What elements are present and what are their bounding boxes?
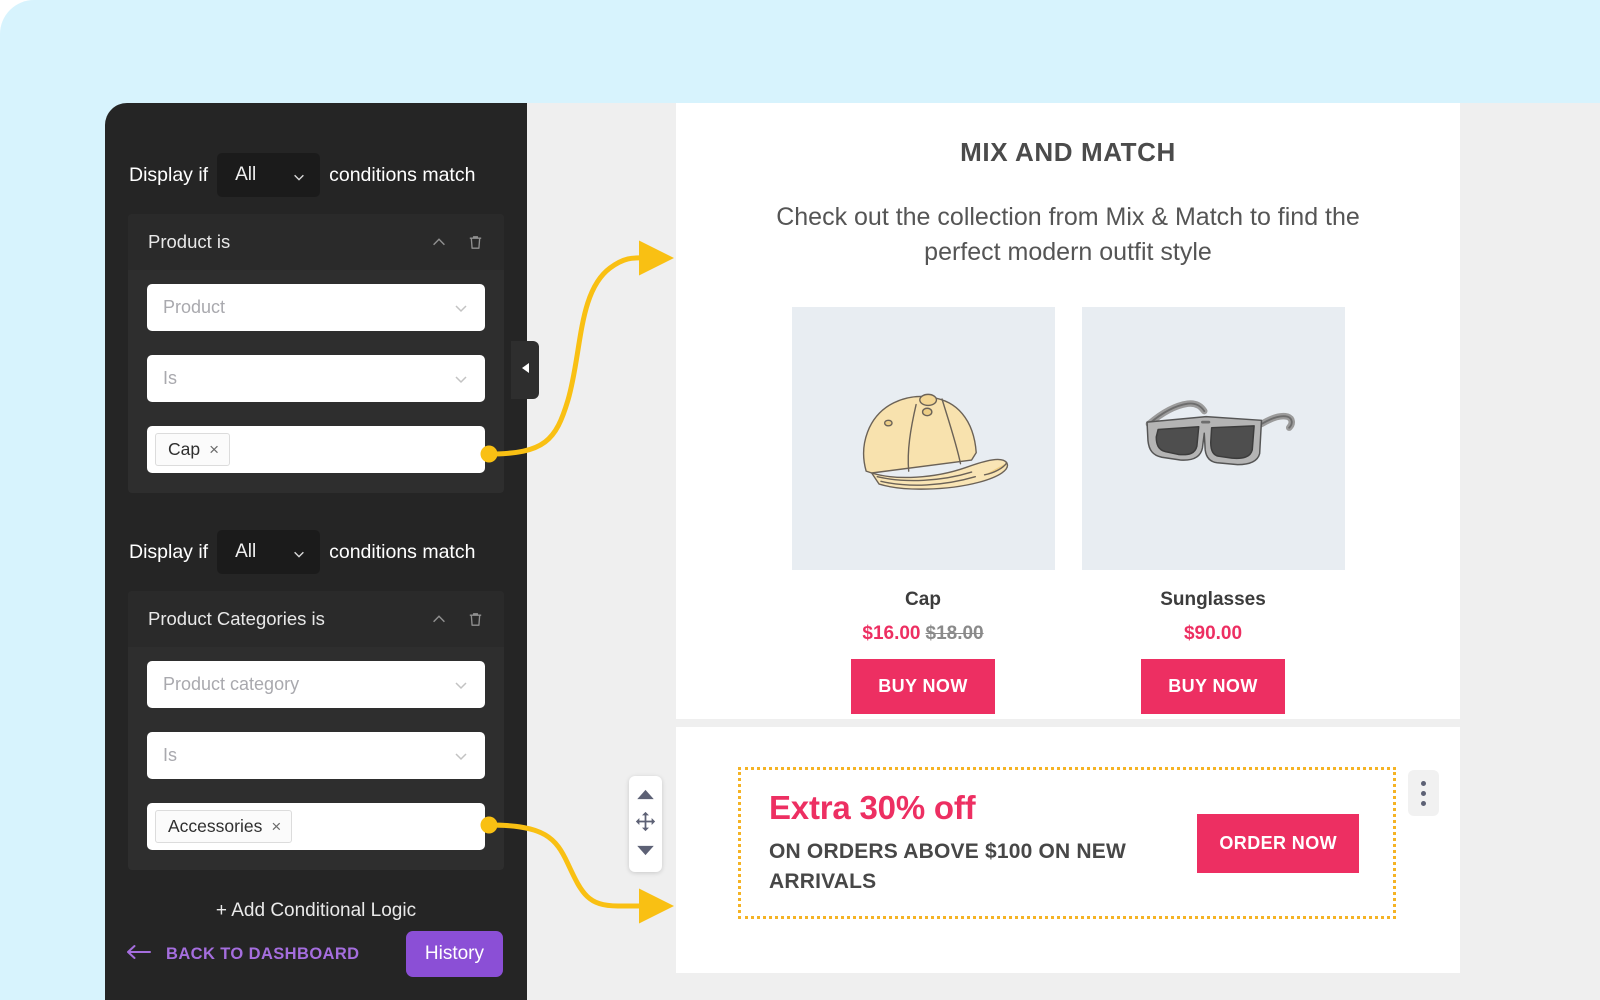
- product-price-row-cap: $16.00 $18.00: [792, 623, 1055, 645]
- match-type-value-1: All: [235, 164, 257, 185]
- display-if-label-1: Display if: [129, 163, 209, 186]
- product-category-select-2[interactable]: Product category: [147, 661, 485, 708]
- product-price-cap: $16.00: [862, 623, 921, 644]
- condition-card-title-1: Product is: [148, 231, 231, 252]
- condition-card-header-1[interactable]: Product is: [128, 214, 504, 270]
- chevron-down-icon: [453, 371, 469, 387]
- collapse-panel-tab[interactable]: [511, 341, 539, 399]
- kebab-dot: [1421, 790, 1426, 796]
- promo-text-group: Extra 30% off ON ORDERS ABOVE $100 ON NE…: [769, 789, 1197, 898]
- token-remove-icon[interactable]: ×: [271, 818, 281, 835]
- sunglasses-illustration-icon: [1121, 376, 1306, 501]
- product-name-sunglasses: Sunglasses: [1160, 589, 1266, 610]
- history-button[interactable]: History: [405, 931, 503, 977]
- chevron-down-icon: [292, 168, 306, 182]
- chevron-down-icon: [292, 545, 306, 559]
- product-thumb-cap: [791, 307, 1055, 570]
- product-select-placeholder-1: Product: [163, 297, 226, 317]
- cap-illustration-icon: [831, 371, 1016, 506]
- operator-select-placeholder-1: Is: [163, 368, 178, 388]
- product-price-row-sunglasses: $90.00: [1082, 623, 1345, 645]
- product-name-cap: Cap: [905, 589, 941, 610]
- product-card-sunglasses[interactable]: Sunglasses $90.00 BUY NOW: [1081, 307, 1345, 714]
- chevron-up-icon[interactable]: [428, 231, 450, 253]
- chevron-down-icon: [453, 677, 469, 693]
- order-now-button[interactable]: ORDER NOW: [1197, 813, 1359, 873]
- token-label-1: Cap: [168, 439, 201, 459]
- hero-subtitle: Check out the collection from Mix & Matc…: [776, 203, 1360, 266]
- trash-icon[interactable]: [464, 608, 486, 630]
- chevron-up-icon[interactable]: [428, 608, 450, 630]
- conditions-match-label-2: conditions match: [329, 540, 476, 563]
- operator-select-2[interactable]: Is: [147, 732, 485, 779]
- condition-card-body-2: Product category Is Accessories ×: [128, 647, 504, 870]
- value-token-input-2[interactable]: Accessories ×: [147, 803, 485, 850]
- operator-select-1[interactable]: Is: [147, 355, 485, 402]
- product-price-old-cap: $18.00: [925, 623, 984, 644]
- condition-card-title-2: Product Categories is: [148, 608, 325, 629]
- promo-headline: Extra 30% off: [769, 788, 976, 826]
- token-chip-1: Cap ×: [155, 433, 231, 466]
- product-price-sunglasses: $90.00: [1183, 623, 1243, 644]
- conditional-logic-panel: Display if All conditions match Product …: [105, 103, 527, 1000]
- buy-now-button-sunglasses[interactable]: BUY NOW: [1141, 659, 1285, 714]
- condition-card-2: Product Categories is Product category I…: [128, 591, 504, 870]
- chevron-down-icon: [453, 748, 469, 764]
- operator-select-placeholder-2: Is: [163, 745, 178, 765]
- back-to-dashboard-label: BACK TO DASHBOARD: [166, 944, 360, 963]
- kebab-dot: [1421, 780, 1426, 786]
- conditions-match-label-1: conditions match: [329, 163, 476, 186]
- value-token-input-1[interactable]: Cap ×: [147, 426, 485, 473]
- token-label-2: Accessories: [168, 816, 263, 836]
- condition-card-header-2[interactable]: Product Categories is: [128, 591, 504, 647]
- panel-footer: BACK TO DASHBOARD History: [105, 908, 527, 1000]
- email-hero-block[interactable]: MIX AND MATCH Check out the collection f…: [676, 103, 1460, 719]
- app-root: Display if All conditions match Product …: [0, 0, 1600, 1000]
- hero-title: MIX AND MATCH: [960, 137, 1176, 167]
- triangle-left-icon: [520, 361, 530, 379]
- trash-icon[interactable]: [464, 231, 486, 253]
- token-chip-2: Accessories ×: [155, 810, 293, 843]
- match-type-select-1[interactable]: All: [217, 153, 321, 197]
- move-cross-icon[interactable]: [635, 811, 656, 837]
- triangle-down-icon[interactable]: [636, 843, 655, 861]
- product-select-1[interactable]: Product: [147, 284, 485, 331]
- block-move-toolbar[interactable]: [629, 776, 662, 872]
- buy-now-button-cap[interactable]: BUY NOW: [851, 659, 995, 714]
- product-thumb-sunglasses: [1081, 307, 1345, 570]
- back-to-dashboard-button[interactable]: BACK TO DASHBOARD: [127, 944, 360, 965]
- email-promo-block[interactable]: Extra 30% off ON ORDERS ABOVE $100 ON NE…: [676, 727, 1460, 973]
- promo-banner[interactable]: Extra 30% off ON ORDERS ABOVE $100 ON NE…: [738, 767, 1439, 919]
- condition-card-body-1: Product Is Cap ×: [128, 270, 504, 493]
- display-if-row-2: Display if All conditions match: [105, 523, 527, 581]
- product-grid: Cap $16.00 $18.00 BUY NOW Sunglasses $90…: [676, 307, 1460, 714]
- condition-card-1: Product is Product Is Cap ×: [128, 214, 504, 493]
- display-if-row-1: Display if All conditions match: [105, 146, 527, 204]
- match-type-select-2[interactable]: All: [217, 530, 321, 574]
- promo-subline: ON ORDERS ABOVE $100 ON NEW ARRIVALS: [769, 839, 1127, 893]
- display-if-label-2: Display if: [129, 540, 209, 563]
- match-type-value-2: All: [235, 541, 257, 562]
- kebab-menu-icon[interactable]: [1408, 770, 1439, 816]
- product-category-placeholder-2: Product category: [163, 674, 300, 694]
- kebab-dot: [1421, 800, 1426, 806]
- product-card-cap[interactable]: Cap $16.00 $18.00 BUY NOW: [791, 307, 1055, 714]
- triangle-up-icon[interactable]: [636, 787, 655, 805]
- token-remove-icon[interactable]: ×: [209, 441, 219, 458]
- arrow-left-icon: [127, 944, 153, 965]
- chevron-down-icon: [453, 300, 469, 316]
